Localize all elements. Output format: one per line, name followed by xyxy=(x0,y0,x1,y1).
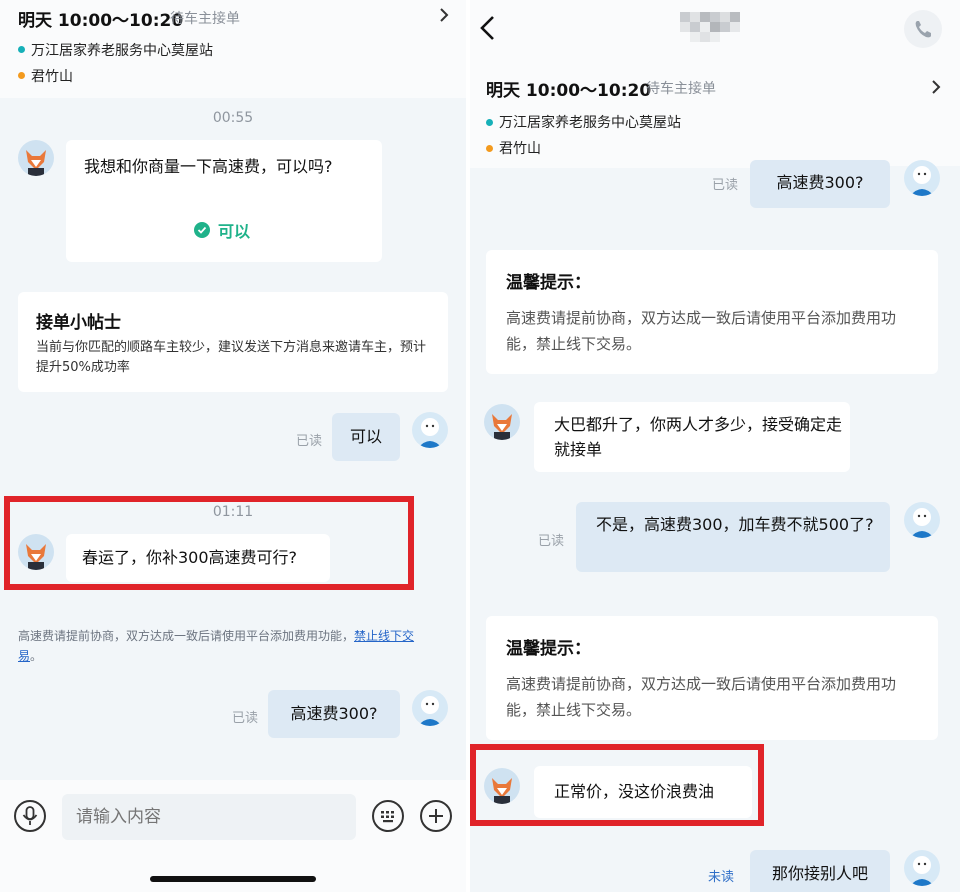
message-text: 我想和你商量一下高速费，可以吗? xyxy=(84,157,333,176)
read-status: 已读 xyxy=(538,534,565,549)
driver-avatar[interactable] xyxy=(18,534,54,570)
left-screenshot: 明天 10:00～10:20 待车主接单 万江居家养老服务中心莫屋站 君竹山 0… xyxy=(0,0,466,892)
driver-message: 正常价，没这价浪费油 xyxy=(534,766,752,818)
destination-dot xyxy=(18,72,25,79)
message-input[interactable] xyxy=(62,794,356,840)
tip-title: 温馨提示： xyxy=(506,273,591,293)
my-avatar[interactable] xyxy=(904,160,940,196)
tip-title: 温馨提示： xyxy=(506,639,591,659)
blurred-contact-name xyxy=(680,8,746,52)
my-avatar[interactable] xyxy=(412,412,448,448)
trip-time: 明天 10:00～10:20 xyxy=(486,81,652,101)
warm-tip-card: 温馨提示： 高速费请提前协商，双方达成一致后请使用平台添加费用功能，禁止线下交易… xyxy=(486,250,938,374)
plus-icon[interactable] xyxy=(420,800,452,832)
phone-icon[interactable] xyxy=(904,10,942,48)
my-message: 高速费300? xyxy=(268,690,400,738)
origin-address: 万江居家养老服务中心莫屋站 xyxy=(31,43,213,59)
trip-status: 待车主接单 xyxy=(646,81,716,97)
trip-time: 明天 10:00～10:20 xyxy=(18,11,184,31)
driver-avatar[interactable] xyxy=(484,768,520,804)
my-message: 那你接别人吧 xyxy=(750,850,890,892)
chevron-right-icon[interactable] xyxy=(438,6,450,28)
my-avatar[interactable] xyxy=(904,502,940,538)
home-indicator xyxy=(150,876,316,882)
unread-status: 未读 xyxy=(708,870,735,885)
my-message: 可以 xyxy=(332,413,400,461)
chevron-right-icon[interactable] xyxy=(930,78,942,100)
check-circle-icon xyxy=(194,222,210,238)
input-bar xyxy=(0,780,466,892)
origin-address: 万江居家养老服务中心莫屋站 xyxy=(499,115,681,131)
system-notice: 高速费请提前协商，双方达成一致后请使用平台添加费用功能，禁止线下交易。 xyxy=(18,626,438,666)
driver-message: 春运了，你补300高速费可行? xyxy=(66,534,330,582)
driver-message: 大巴都升了，你两人才多少，接受确定走就接单 xyxy=(534,402,850,472)
origin-dot xyxy=(18,46,25,53)
timestamp: 01:11 xyxy=(212,504,254,520)
nav-bar xyxy=(470,0,960,62)
message-text: 大巴都升了，你两人才多少，接受确定走就接单 xyxy=(554,415,843,459)
microphone-icon[interactable] xyxy=(14,800,46,832)
trip-header[interactable]: 明天 10:00～10:20 待车主接单 万江居家养老服务中心莫屋站 君竹山 xyxy=(470,62,960,166)
warm-tip-card: 温馨提示： 高速费请提前协商，双方达成一致后请使用平台添加费用功能，禁止线下交易… xyxy=(486,616,938,740)
origin-dot xyxy=(486,119,493,126)
right-screenshot: 明天 10:00～10:20 待车主接单 万江居家养老服务中心莫屋站 君竹山 已… xyxy=(470,0,960,892)
trip-status: 待车主接单 xyxy=(170,11,240,27)
notice-text: 高速费请提前协商，双方达成一致后请使用平台添加费用功能， xyxy=(18,629,355,643)
accept-option-label: 可以 xyxy=(218,222,251,241)
accept-option-button[interactable]: 可以 xyxy=(194,218,250,242)
destination-address: 君竹山 xyxy=(499,141,541,157)
read-status: 已读 xyxy=(296,434,323,449)
read-status: 已读 xyxy=(232,711,259,726)
trip-header[interactable]: 明天 10:00～10:20 待车主接单 万江居家养老服务中心莫屋站 君竹山 xyxy=(0,0,466,98)
driver-avatar[interactable] xyxy=(484,404,520,440)
notice-end: 。 xyxy=(30,649,43,663)
read-status: 已读 xyxy=(712,178,739,193)
timestamp: 00:55 xyxy=(212,110,254,126)
driver-avatar[interactable] xyxy=(18,140,54,176)
tip-body: 高速费请提前协商，双方达成一致后请使用平台添加费用功能，禁止线下交易。 xyxy=(506,309,897,353)
keyboard-icon[interactable] xyxy=(372,800,404,832)
my-message: 高速费300? xyxy=(750,160,890,208)
destination-address: 君竹山 xyxy=(31,69,73,85)
back-chevron-icon[interactable] xyxy=(478,14,498,46)
tip-title: 接单小帖士 xyxy=(36,313,121,333)
my-message: 不是，高速费300，加车费不就500了? xyxy=(576,502,890,572)
driver-message-card: 我想和你商量一下高速费，可以吗? 可以 xyxy=(66,140,382,262)
destination-dot xyxy=(486,145,493,152)
tip-body: 高速费请提前协商，双方达成一致后请使用平台添加费用功能，禁止线下交易。 xyxy=(506,675,897,719)
message-text: 不是，高速费300，加车费不就500了? xyxy=(596,515,874,534)
my-avatar[interactable] xyxy=(904,850,940,886)
my-avatar[interactable] xyxy=(412,690,448,726)
tip-card: 接单小帖士 当前与你匹配的顺路车主较少，建议发送下方消息来邀请车主，预计提升50… xyxy=(18,292,448,392)
tip-body: 当前与你匹配的顺路车主较少，建议发送下方消息来邀请车主，预计提升50%成功率 xyxy=(36,340,427,375)
